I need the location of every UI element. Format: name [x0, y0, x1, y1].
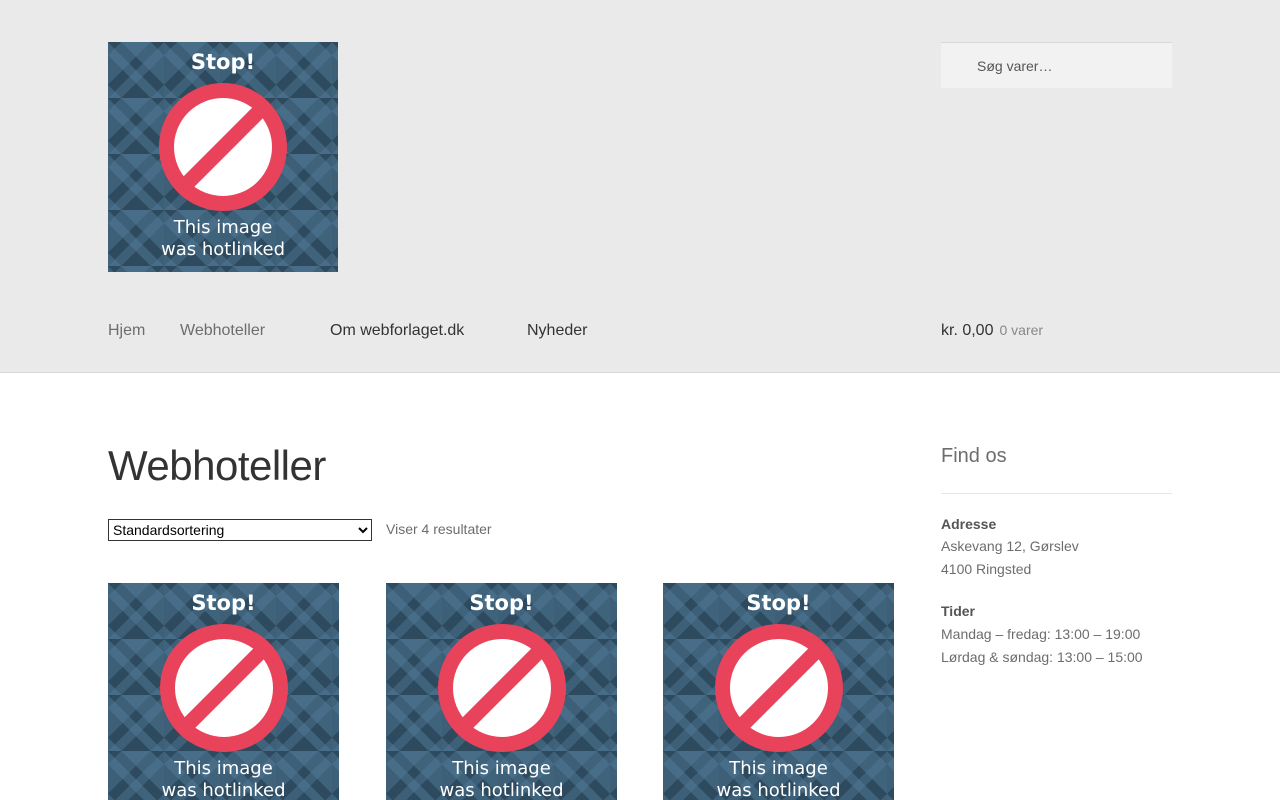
product-hotlink-text-2: was hotlinked: [439, 780, 564, 800]
address-line-2: 4100 Ringsted: [941, 561, 1032, 577]
sidebar-divider: [941, 493, 1172, 494]
logo-stop-text: Stop!: [190, 50, 256, 74]
product-stop-text: Stop!: [469, 591, 534, 615]
search-input[interactable]: [941, 43, 1172, 88]
logo-hotlink-text-2: was hotlinked: [160, 239, 286, 260]
prohibited-icon: [159, 83, 287, 211]
ordering-select[interactable]: Standardsortering: [108, 519, 372, 541]
product-hotlink-text-1: This image: [174, 758, 273, 779]
product-hotlink-text-1: This image: [729, 758, 828, 779]
nav-item-om-webforlaget[interactable]: Om webforlaget.dk: [330, 322, 464, 340]
product-image-2[interactable]: Stop! This image was hotlinked: [386, 583, 617, 800]
product-image-1[interactable]: Stop! This image was hotlinked: [108, 583, 339, 800]
product-hotlink-text-1: This image: [452, 758, 551, 779]
sidebar-widget-title: Find os: [941, 445, 1007, 467]
prohibited-icon: [714, 624, 843, 752]
product-stop-text: Stop!: [191, 591, 256, 615]
nav-item-webhoteller[interactable]: Webhoteller: [180, 322, 265, 340]
logo-hotlink-text-1: This image: [173, 217, 273, 238]
page-title: Webhoteller: [108, 442, 326, 489]
header-cart[interactable]: kr. 0,00 0 varer: [941, 322, 1043, 340]
result-count: Viser 4 resultater: [386, 521, 492, 537]
address-label: Adresse: [941, 516, 997, 532]
hours-label: Tider: [941, 603, 975, 619]
cart-count: 0 varer: [999, 322, 1044, 338]
address-line-1: Askevang 12, Gørslev: [941, 538, 1079, 554]
product-hotlink-text-2: was hotlinked: [716, 780, 841, 800]
prohibited-icon: [159, 624, 288, 752]
product-hotlink-text-2: was hotlinked: [161, 780, 286, 800]
nav-item-nyheder[interactable]: Nyheder: [527, 322, 587, 340]
product-image-3[interactable]: Stop! This image was hotlinked: [663, 583, 894, 800]
nav-item-hjem[interactable]: Hjem: [108, 322, 145, 340]
hours-line-2: Lørdag & søndag: 13:00 – 15:00: [941, 649, 1143, 665]
site-logo[interactable]: Stop! This image was hotlinked: [108, 42, 338, 272]
hours-line-1: Mandag – fredag: 13:00 – 19:00: [941, 626, 1141, 642]
prohibited-icon: [437, 624, 566, 752]
product-stop-text: Stop!: [746, 591, 811, 615]
cart-amount: kr. 0,00: [941, 322, 994, 339]
product-search: [941, 42, 1172, 88]
